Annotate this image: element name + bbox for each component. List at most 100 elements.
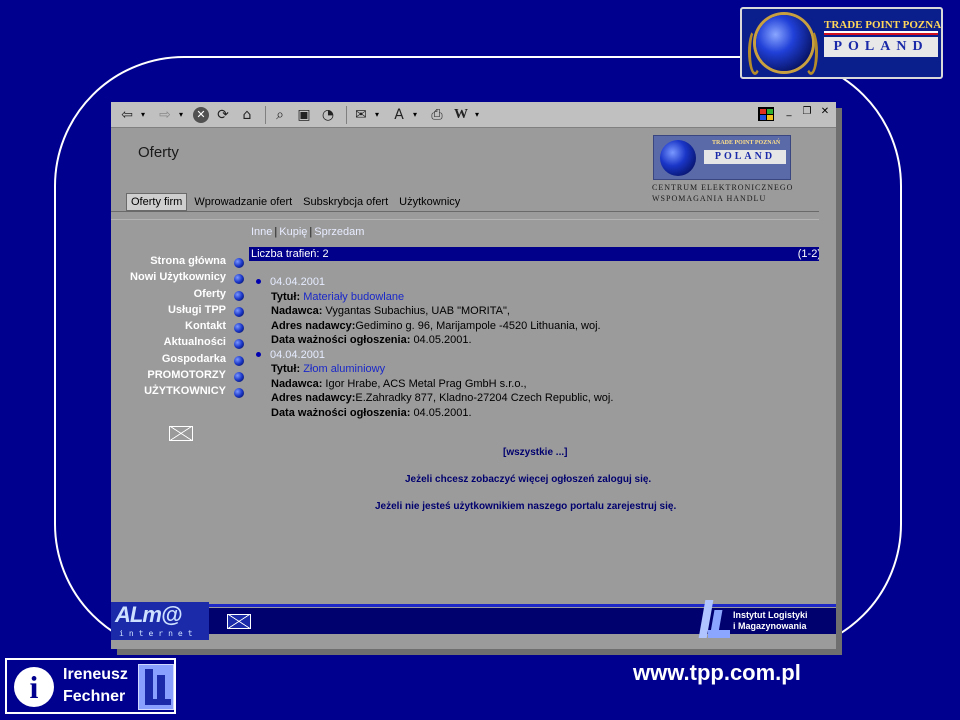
bullet-icon: [256, 351, 261, 357]
toolbar-separator: [265, 105, 266, 124]
favorites-icon[interactable]: ▣: [294, 105, 314, 125]
bullet-globe-icon: [234, 355, 244, 366]
restore-icon[interactable]: ❐: [800, 105, 814, 119]
print-icon[interactable]: ⎙: [427, 105, 447, 125]
tab-subskrybcja-ofert[interactable]: Subskrybcja ofert: [299, 194, 392, 210]
envelope-icon[interactable]: [169, 426, 193, 441]
tab-oferty-firm[interactable]: Oferty firm: [126, 193, 188, 211]
filter-kupie[interactable]: Kupię: [279, 226, 307, 238]
sidebar-item-label: UŻYTKOWNICY: [144, 385, 226, 398]
sidebar-item-aktualnosci[interactable]: Aktualności: [111, 336, 246, 352]
sidebar-item-promotorzy[interactable]: PROMOTORZY: [111, 369, 246, 385]
offer-valid: 04.05.2001.: [413, 334, 472, 346]
history-icon[interactable]: ◔: [318, 105, 338, 125]
mail-dropdown-icon[interactable]: ▾: [375, 110, 383, 119]
bullet-globe-icon: [234, 274, 244, 285]
offer-address: E.Zahradky 877, Kladno-27204 Czech Repub…: [355, 392, 614, 404]
yl-logo-icon: [138, 664, 174, 710]
alm-internet-logo[interactable]: ALm@ internet: [111, 602, 209, 640]
offer-valid: 04.05.2001.: [413, 406, 472, 419]
mail-icon[interactable]: ✉: [351, 105, 371, 125]
results-range: (1-2): [797, 248, 821, 260]
font-icon[interactable]: A: [389, 105, 409, 125]
alm-logo-subtext: internet: [119, 629, 198, 638]
centrum-caption: CENTRUM ELEKTRONICZNEGO WSPOMAGANIA HAND…: [652, 182, 802, 204]
offer-date: 04.04.2001: [270, 348, 326, 361]
offer-address: Gedimino g. 96, Marijampole -4520 Lithua…: [355, 319, 601, 332]
sidebar-item-label: Gospodarka: [161, 352, 226, 365]
minimize-icon[interactable]: _: [782, 105, 796, 119]
toolbar-separator: [346, 105, 347, 124]
forward-dropdown-icon[interactable]: ▾: [179, 110, 187, 119]
inner-logo-country: POLAND: [704, 150, 786, 164]
tab-uzytkownicy[interactable]: Użytkownicy: [395, 194, 464, 210]
font-dropdown-icon[interactable]: ▾: [413, 110, 421, 119]
sidebar-item-gospodarka[interactable]: Gospodarka: [111, 353, 246, 369]
offer-date: 04.04.2001: [270, 276, 326, 288]
forward-icon[interactable]: ⇨: [155, 105, 175, 125]
offer-title-link[interactable]: Złom aluminiowy: [303, 363, 385, 375]
bullet-globe-icon: [234, 323, 244, 334]
stop-icon[interactable]: ✕: [193, 106, 209, 123]
edit-icon[interactable]: W: [451, 105, 471, 125]
tab-wprowadzanie-ofert[interactable]: Wprowadzanie ofert: [190, 194, 296, 210]
bullet-globe-icon: [234, 372, 244, 383]
back-dropdown-icon[interactable]: ▾: [141, 110, 149, 119]
register-note-link[interactable]: Jeżeli nie jesteś użytkownikiem naszego …: [375, 501, 676, 512]
web-page: Oferty TRADE POINT POZNAŃ POLAND CENTRUM…: [111, 129, 823, 619]
list-item: 04.04.2001 Tytuł: Materiały budowlane Na…: [256, 275, 816, 348]
offer-title-link[interactable]: Materiały budowlane: [303, 291, 404, 303]
offer-list: 04.04.2001 Tytuł: Materiały budowlane Na…: [256, 275, 816, 420]
sidebar-item-strona-glowna[interactable]: Strona główna: [111, 255, 246, 271]
sidebar-item-oferty[interactable]: Oferty: [111, 288, 246, 304]
globe-icon: [660, 140, 696, 176]
bullet-globe-icon: [234, 388, 244, 399]
centrum-line-2: WSPOMAGANIA HANDLU: [652, 194, 767, 203]
bullet-globe-icon: [234, 339, 244, 350]
edit-dropdown-icon[interactable]: ▾: [475, 110, 483, 119]
alm-logo-text: ALm@: [115, 602, 182, 627]
search-icon[interactable]: ⌕: [270, 105, 290, 125]
author-last-name: Fechner: [63, 688, 126, 705]
filter-inne[interactable]: Inne: [251, 226, 272, 238]
offer-address-row: Adres nadawcy:Gedimino g. 96, Marijampol…: [270, 319, 816, 334]
filter-separator: |: [274, 226, 278, 238]
laurel-right-icon: [804, 29, 818, 75]
offer-sender-row: Nadawca: Igor Hrabe, ACS Metal Prag GmbH…: [270, 377, 816, 392]
offer-valid-label: Data ważności ogłoszenia:: [271, 334, 411, 346]
offer-title-row: Tytuł: Materiały budowlane: [270, 290, 816, 305]
all-offers-link[interactable]: [wszystkie ...]: [503, 447, 567, 458]
envelope-icon[interactable]: [227, 614, 251, 629]
sidebar-item-label: Strona główna: [150, 255, 226, 267]
inner-logo-title: TRADE POINT POZNAŃ: [712, 140, 781, 146]
centrum-line-1: CENTRUM ELEKTRONICZNEGO: [652, 183, 794, 192]
login-note-link[interactable]: Jeżeli chcesz zobaczyć więcej ogłoszeń z…: [405, 474, 651, 485]
page-margin: [819, 129, 836, 619]
sidebar-item-label: PROMOTORZY: [147, 369, 226, 382]
offer-address-row: Adres nadawcy:E.Zahradky 877, Kladno-272…: [270, 391, 816, 406]
divider: [111, 219, 819, 220]
logo-title: TRADE POINT POZNAŃ: [824, 19, 943, 31]
sidebar-item-label: Oferty: [193, 287, 226, 300]
window-shadow-right: [836, 108, 842, 655]
window-shadow-bottom: [117, 649, 842, 655]
sidebar-item-kontakt[interactable]: Kontakt: [111, 320, 246, 336]
close-icon[interactable]: ✕: [818, 105, 832, 119]
back-icon[interactable]: ⇦: [117, 105, 137, 125]
sidebar-item-uzytkownicy[interactable]: UŻYTKOWNICY: [111, 385, 246, 401]
sidebar-item-nowi-uzytkownicy[interactable]: Nowi Użytkownicy: [111, 271, 246, 287]
sidebar-item-label: Usługi TPP: [167, 303, 226, 316]
sidebar-item-uslugi-tpp[interactable]: Usługi TPP: [111, 304, 246, 320]
home-icon[interactable]: ⌂: [237, 105, 257, 125]
browser-toolbar: ⇦ ▾ ⇨ ▾ ✕ ⟳ ⌂ ⌕ ▣ ◔ ✉ ▾ A ▾ ⎙ W ▾ _ ❐ ✕: [111, 102, 836, 128]
website-url[interactable]: www.tpp.com.pl: [633, 660, 801, 686]
ilim-caption: Instytut Logistyki i Magazynowania: [733, 610, 808, 632]
list-item: 04.04.2001 Tytuł: Złom aluminiowy Nadawc…: [256, 348, 816, 421]
refresh-icon[interactable]: ⟳: [213, 105, 233, 125]
ilim-line-2: i Magazynowania: [733, 621, 807, 631]
page-footer: ALm@ internet Instytut Logistyki i Magaz…: [111, 600, 836, 649]
bullet-icon: [256, 279, 261, 284]
divider: [111, 211, 819, 212]
filter-sprzedam[interactable]: Sprzedam: [314, 226, 364, 238]
top-navigation: Oferty firm Wprowadzanie ofert Subskrybc…: [126, 193, 467, 211]
